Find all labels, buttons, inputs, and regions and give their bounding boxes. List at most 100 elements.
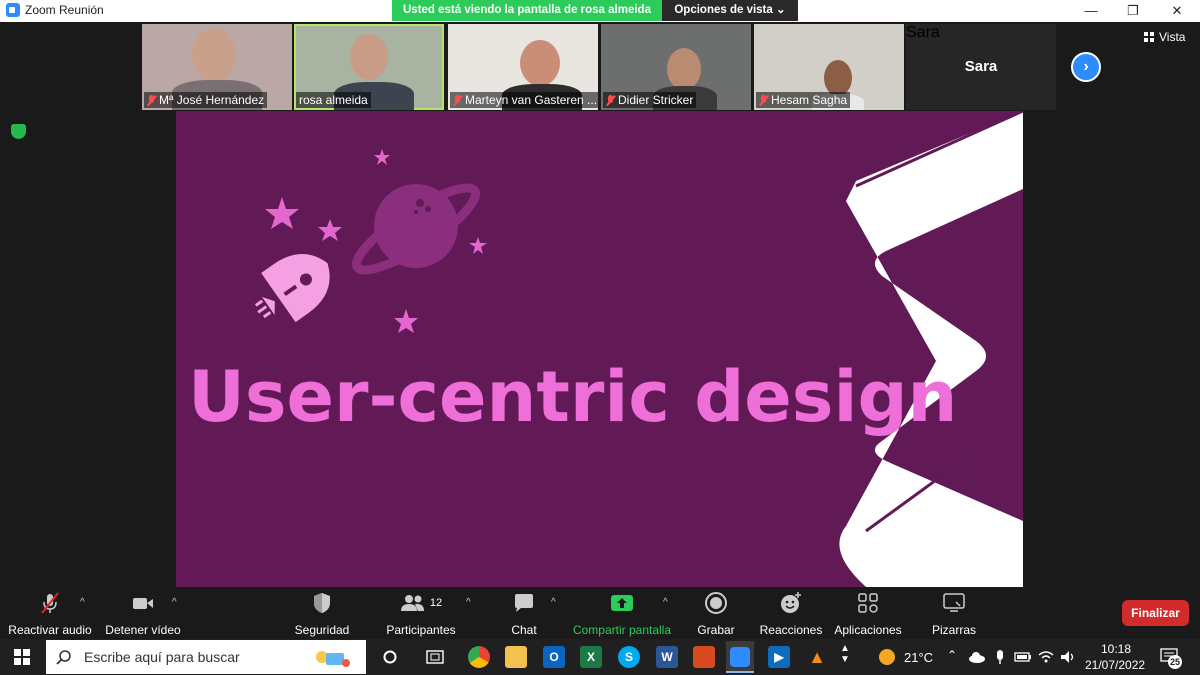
whiteboards-button[interactable]: Pizarras	[928, 591, 980, 637]
restore-button[interactable]: ❐	[1110, 0, 1156, 22]
shared-screen-slide: User-centric design	[176, 111, 1023, 587]
microphone-icon[interactable]	[994, 649, 1006, 665]
apps-button[interactable]: Aplicaciones	[832, 591, 904, 637]
reactions-button[interactable]: Reacciones	[758, 591, 824, 637]
participants-button[interactable]: 12 Participantes	[384, 591, 458, 637]
emoji-plus-icon	[781, 592, 801, 613]
search-placeholder: Escribe aquí para buscar	[84, 649, 240, 665]
participant-video	[350, 34, 388, 80]
star-icon	[318, 219, 342, 241]
planet-icon	[351, 183, 481, 275]
vlc-icon[interactable]: ▲	[806, 646, 828, 668]
chat-button[interactable]: Chat	[504, 591, 544, 637]
chat-options-caret[interactable]: ^	[551, 597, 556, 608]
clock-date[interactable]: 21/07/2022	[1085, 658, 1145, 672]
slide-title: User-centric design	[188, 356, 958, 438]
task-view-icon[interactable]	[426, 649, 444, 665]
chat-bubble-icon	[515, 594, 533, 612]
taskbar-search-box[interactable]: Escribe aquí para buscar	[46, 640, 366, 674]
office-icon[interactable]	[693, 646, 715, 668]
next-page-button[interactable]: ›	[1071, 52, 1101, 82]
app-title: Zoom Reunión	[6, 3, 104, 17]
battery-icon[interactable]	[1014, 651, 1032, 663]
participant-name: Hesam Sagha	[756, 92, 851, 108]
notification-count-badge: 25	[1168, 655, 1182, 669]
weather-sun-icon[interactable]	[878, 648, 896, 666]
shield-icon	[314, 593, 330, 613]
video-editor-icon[interactable]: ▶	[768, 646, 790, 668]
star-icon	[374, 149, 390, 165]
slide-artwork	[254, 111, 1023, 587]
participant-name: Didier Stricker	[603, 92, 697, 108]
close-button[interactable]: ✕	[1154, 0, 1200, 22]
notification-center-button[interactable]: 25	[1160, 648, 1182, 669]
audio-options-caret[interactable]: ^	[80, 597, 85, 608]
view-options-button[interactable]: Opciones de vista ⌄	[662, 0, 798, 21]
participant-video	[520, 40, 560, 86]
record-icon	[705, 592, 727, 614]
mic-muted-icon	[41, 592, 59, 614]
zoom-logo-icon	[6, 3, 20, 17]
mic-muted-icon	[453, 94, 462, 106]
window-title: Zoom Reunión	[25, 3, 104, 17]
grid-icon	[1144, 31, 1154, 42]
star-icon	[469, 237, 487, 254]
title-bar: Zoom Reunión Usted está viendo la pantal…	[0, 0, 1200, 22]
participant-name: Marteyn van Gasteren ...	[450, 92, 598, 108]
cortana-icon[interactable]	[383, 650, 397, 664]
participant-tile[interactable]: Mª José Hernández	[142, 24, 292, 110]
participant-video	[824, 60, 852, 96]
excel-icon[interactable]: X	[580, 646, 602, 668]
rocket-icon	[254, 254, 330, 323]
windows-taskbar: Escribe aquí para buscar O X S W ▶ ▲ ▲ ▼ …	[0, 639, 1200, 675]
video-options-caret[interactable]: ^	[172, 597, 177, 608]
participants-count: 12	[429, 597, 443, 609]
tray-expand-icon[interactable]: ⌃	[947, 648, 957, 662]
end-meeting-button[interactable]: Finalizar	[1122, 600, 1189, 626]
star-icon	[265, 197, 299, 229]
share-screen-button[interactable]: Compartir pantalla	[570, 591, 674, 637]
participant-tile[interactable]: rosa almeida	[294, 24, 444, 110]
outlook-icon[interactable]: O	[543, 646, 565, 668]
participant-name: rosa almeida	[296, 92, 371, 108]
participant-name: Sara	[906, 24, 940, 41]
wifi-icon[interactable]	[1038, 649, 1054, 665]
participants-strip: Mª José Hernández rosa almeida Marteyn v…	[0, 22, 1200, 112]
mic-muted-icon	[759, 94, 768, 106]
participant-tile[interactable]: Didier Stricker	[601, 24, 751, 110]
star-icon	[394, 309, 418, 333]
security-button[interactable]: Seguridad	[290, 591, 354, 637]
onedrive-cloud-icon[interactable]	[968, 651, 986, 663]
participant-video	[667, 48, 701, 90]
share-banner: Usted está viendo la pantalla de rosa al…	[392, 0, 662, 21]
participant-tile[interactable]: Marteyn van Gasteren ...	[448, 24, 598, 110]
participant-video	[192, 28, 236, 82]
whiteboard-icon	[943, 593, 965, 612]
chevron-right-icon: ›	[1083, 58, 1089, 75]
participants-options-caret[interactable]: ^	[466, 597, 471, 608]
volume-icon[interactable]	[1060, 649, 1076, 665]
skype-icon[interactable]: S	[618, 646, 640, 668]
view-button[interactable]: Vista	[1144, 30, 1185, 44]
participant-name: Mª José Hernández	[144, 92, 268, 108]
minimize-button[interactable]: —	[1068, 0, 1114, 22]
windows-start-icon[interactable]	[14, 649, 30, 665]
zoom-taskbar-icon[interactable]	[726, 641, 754, 673]
clock-time[interactable]: 10:18	[1101, 642, 1131, 656]
file-explorer-icon[interactable]	[505, 646, 527, 668]
weather-temperature[interactable]: 21°C	[904, 650, 933, 665]
taskbar-scroll-icon[interactable]: ▲ ▼	[840, 643, 850, 665]
apps-icon	[858, 593, 878, 613]
share-screen-icon	[611, 595, 633, 611]
meeting-toolbar: Reactivar audio ^ Detener vídeo ^ Seguri…	[0, 587, 1200, 639]
record-button[interactable]: Grabar	[694, 591, 738, 637]
encryption-shield-icon[interactable]	[11, 124, 26, 139]
participant-tile[interactable]: Hesam Sagha	[754, 24, 904, 110]
participants-icon	[400, 595, 424, 611]
share-options-caret[interactable]: ^	[663, 597, 668, 608]
word-icon[interactable]: W	[656, 646, 678, 668]
chrome-icon[interactable]	[468, 646, 490, 668]
participant-tile-no-video[interactable]: Sara Sara	[906, 24, 1056, 110]
participant-initial-name: Sara	[964, 58, 998, 75]
mic-muted-icon	[606, 94, 615, 106]
